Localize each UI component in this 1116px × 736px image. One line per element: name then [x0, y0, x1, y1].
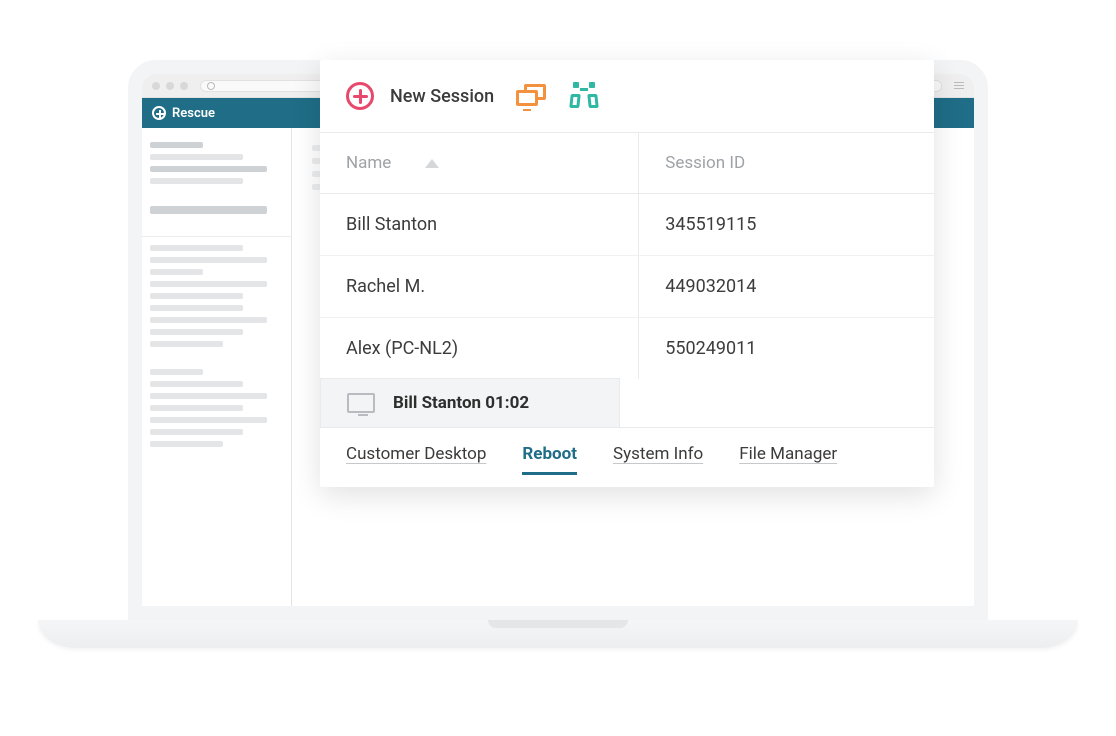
table-row[interactable]: Bill Stanton 345519115 [320, 194, 934, 256]
tab-system-info[interactable]: System Info [613, 444, 703, 475]
cell-session-id: 550249011 [665, 338, 756, 359]
active-session-tab[interactable]: Bill Stanton 01:02 [320, 378, 620, 427]
tab-reboot[interactable]: Reboot [522, 444, 577, 475]
table-header: Name Session ID [320, 132, 934, 194]
tab-file-manager[interactable]: File Manager [739, 444, 837, 475]
cell-name: Alex (PC-NL2) [346, 338, 458, 359]
sessions-panel: New Session Name Session ID Bill Stanton… [320, 60, 934, 487]
plus-circle-icon [346, 82, 374, 110]
traffic-light-dot [152, 82, 160, 90]
table-row[interactable]: Alex (PC-NL2) 550249011 [320, 318, 934, 379]
cell-name: Bill Stanton [346, 214, 437, 235]
column-header-name[interactable]: Name [320, 133, 639, 193]
column-label: Session ID [665, 153, 745, 173]
binoculars-icon[interactable] [570, 84, 598, 108]
hamburger-icon[interactable] [954, 82, 964, 89]
column-header-session-id[interactable]: Session ID [639, 133, 934, 193]
cell-session-id: 449032014 [665, 276, 756, 297]
column-label: Name [346, 153, 391, 173]
traffic-light-dot [166, 82, 174, 90]
laptop-base [38, 620, 1078, 648]
sort-ascending-icon [425, 159, 439, 168]
traffic-light-dot [180, 82, 188, 90]
cell-session-id: 345519115 [665, 214, 756, 235]
new-session-button[interactable]: New Session [346, 82, 494, 110]
app-name: Rescue [172, 106, 215, 121]
new-session-label: New Session [390, 86, 494, 107]
cell-name: Rachel M. [346, 276, 425, 297]
rescue-logo-icon [152, 106, 166, 120]
panel-header: New Session [320, 60, 934, 132]
sidebar [142, 128, 292, 606]
table-row[interactable]: Rachel M. 449032014 [320, 256, 934, 318]
globe-icon [207, 82, 215, 90]
monitors-icon[interactable] [516, 84, 548, 108]
monitor-icon [347, 393, 375, 413]
active-session-label: Bill Stanton 01:02 [393, 393, 529, 413]
action-bar: Customer Desktop Reboot System Info File… [320, 427, 934, 487]
tab-customer-desktop[interactable]: Customer Desktop [346, 444, 486, 475]
